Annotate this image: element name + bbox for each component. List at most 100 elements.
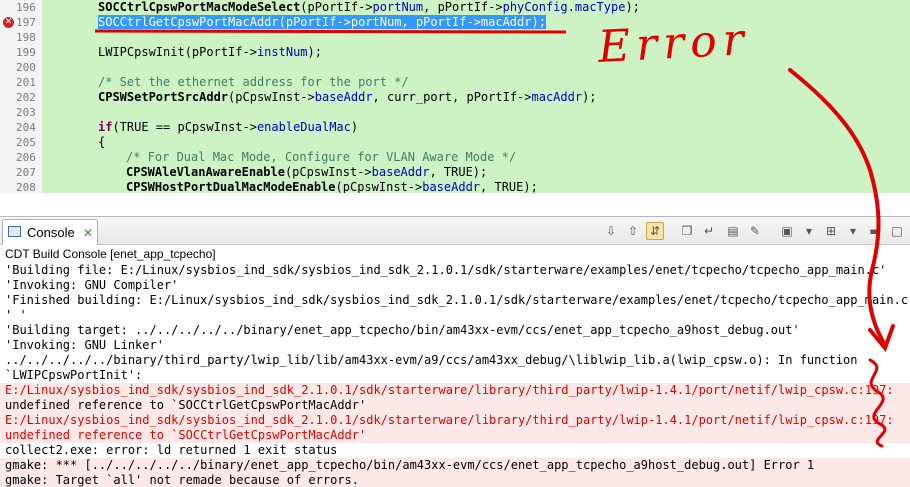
console-line: 'Invoking: GNU Compiler' (5, 278, 179, 292)
code-line[interactable]: 208 CPSWHostPortDualMacModeEnable(pCpswIn… (0, 180, 910, 193)
minimize-icon[interactable]: ▬ (866, 222, 884, 240)
code-token: ); (307, 45, 322, 59)
console-title: CDT Build Console [enet_app_tcpecho] (5, 247, 216, 261)
console-line: `LWIPCpswPortInit': (5, 368, 143, 382)
console-output[interactable]: 'Building file: E:/Linux/sysbios_ind_sdk… (0, 263, 910, 487)
code-line[interactable]: 200 (0, 60, 910, 75)
code-line[interactable]: 203 (0, 105, 910, 120)
code-line[interactable]: 197 ✕ SOCCtrlGetCpswPortMacAddr(pPortIf->p… (0, 15, 910, 30)
new-console-icon[interactable]: ⊞ (822, 222, 840, 240)
code-token: baseAddr (422, 180, 481, 193)
code-line[interactable]: 207 CPSWAleVlanAwareEnable(pCpswInst->bas… (0, 165, 910, 180)
code-token: CPSWSetPortSrcAddr (98, 90, 229, 104)
code-token: , curr_port, pPortIf-> (372, 90, 532, 104)
console-line: ../../../../../binary/third_party/lwip_l… (5, 353, 858, 367)
code-text: CPSWAleVlanAwareEnable(pCpswInst->baseAd… (126, 165, 487, 180)
code-line[interactable]: 204 if(TRUE == pCpswInst->enableDualMac) (0, 120, 910, 135)
code-text: SOCCtrlCpswPortMacModeSelect(pPortIf->po… (98, 0, 640, 15)
console-line: gmake: Target `all' not remade because o… (0, 473, 910, 487)
code-token: macAddr (531, 90, 583, 104)
console-line: 'Invoking: GNU Linker' (5, 338, 164, 352)
code-line[interactable]: 196 SOCCtrlCpswPortMacModeSelect(pPortIf-… (0, 0, 910, 15)
code-token: /* Set the ethernet address for the port… (98, 75, 409, 89)
code-token: ); (625, 0, 640, 14)
code-token: if (98, 120, 113, 134)
error-annotation-text: Error (596, 14, 751, 73)
word-wrap-icon[interactable]: ↵ (700, 222, 718, 240)
maximize-icon[interactable]: □ (888, 222, 906, 240)
close-icon[interactable]: ✕ (83, 221, 93, 245)
code-line[interactable]: 205 { (0, 135, 910, 150)
line-number: 201 (0, 75, 42, 90)
code-token: (pCpswInst-> (335, 180, 423, 193)
code-token: , TRUE); (480, 180, 538, 193)
code-token: baseAddr (314, 90, 373, 104)
code-token: , pPortIf-> (423, 0, 503, 14)
code-token: portNum (372, 0, 424, 14)
dropdown-arrow-icon[interactable]: ▾ (844, 222, 862, 240)
line-number: 202 (0, 90, 42, 105)
error-marker-icon[interactable]: ✕ (3, 17, 14, 28)
console-error-line: E:/Linux/sysbios_ind_sdk/sysbios_ind_sdk… (0, 413, 910, 428)
code-token: { (98, 135, 106, 149)
code-text: CPSWSetPortSrcAddr(pCpswInst->baseAddr, … (98, 90, 597, 105)
code-text: { (98, 135, 105, 150)
code-token: (pCpswInst-> (228, 90, 315, 104)
console-error-line: E:/Linux/sysbios_ind_sdk/sysbios_ind_sdk… (0, 383, 910, 398)
code-line[interactable]: 199 LWIPCpswInit(pPortIf->instNum); (0, 45, 910, 60)
code-token: CPSWAleVlanAwareEnable (126, 165, 285, 179)
code-token: /* For Dual Mac Mode, Configure for VLAN… (126, 150, 517, 164)
code-token: phyConfig (502, 0, 568, 14)
scroll-lock-icon[interactable]: ⇵ (646, 222, 664, 240)
code-token: (TRUE == pCpswInst-> (112, 120, 257, 134)
code-line[interactable]: 198 (0, 30, 910, 45)
code-token: macType (574, 0, 626, 14)
console-line: 'Building target: ../../../../../binary/… (5, 323, 800, 337)
line-number: 198 (0, 30, 42, 45)
arrow-up-icon[interactable]: ⇧ (624, 222, 642, 240)
code-text: if(TRUE == pCpswInst->enableDualMac) (98, 120, 358, 135)
line-number: 205 (0, 135, 42, 150)
line-number: 196 (0, 0, 42, 15)
display-console-icon[interactable]: ▣ (778, 222, 796, 240)
dropdown-arrow-icon[interactable]: ▾ (800, 222, 818, 240)
copy-icon[interactable]: ❐ (678, 222, 696, 240)
line-number: 206 (0, 150, 42, 165)
console-line: undefined reference to `SOCCtrlGetCpswPo… (0, 398, 910, 413)
code-text: LWIPCpswInit(pPortIf->instNum); (98, 45, 322, 60)
code-token: (pCpswInst-> (284, 165, 372, 179)
console-error-line: undefined reference to `SOCCtrlGetCpswPo… (0, 428, 910, 443)
code-line[interactable]: 206 /* For Dual Mac Mode, Configure for V… (0, 150, 910, 165)
console-line: 'Building file: E:/Linux/sysbios_ind_sdk… (5, 263, 887, 277)
code-text: SOCCtrlGetCpswPortMacAddr(pPortIf->portN… (98, 15, 546, 30)
code-token: baseAddr (371, 165, 430, 179)
code-token: (pPortIf-> (300, 0, 373, 14)
code-editor[interactable]: 196 SOCCtrlCpswPortMacModeSelect(pPortIf-… (0, 0, 910, 193)
line-number: 204 (0, 120, 42, 135)
code-token: LWIPCpswInit(pPortIf-> (98, 45, 257, 59)
clear-console-icon[interactable]: ▤ (724, 222, 742, 240)
console-line: collect2.exe: error: ld returned 1 exit … (5, 443, 338, 457)
console-tab[interactable]: Console ✕ (2, 219, 98, 245)
code-token: ); (582, 90, 597, 104)
console-icon (8, 226, 21, 237)
code-text: CPSWHostPortDualMacModeEnable(pCpswInst-… (126, 180, 538, 193)
code-token: , TRUE); (429, 165, 488, 179)
code-token: CPSWHostPortDualMacModeEnable (126, 180, 336, 193)
selected-code: SOCCtrlGetCpswPortMacAddr(pPortIf->portN… (98, 15, 546, 29)
line-number: 200 (0, 60, 42, 75)
console-line: ' ' (5, 308, 27, 322)
code-line[interactable]: 201 /* Set the ethernet address for the p… (0, 75, 910, 90)
console-line: gmake: *** [../../../../../binary/enet_a… (0, 458, 910, 473)
code-token: SOCCtrlCpswPortMacModeSelect (98, 0, 301, 14)
code-text: /* For Dual Mac Mode, Configure for VLAN… (126, 150, 516, 165)
line-number: 199 (0, 45, 42, 60)
code-token: . (567, 0, 575, 14)
code-token: instNum (256, 45, 308, 59)
pin-console-icon[interactable]: ✎ (746, 222, 764, 240)
console-view: Console ✕ ⇩ ⇧ ⇵ ❐ ↵ ▤ ✎ ▣ ▾ ⊞ ▾ ▬ □ CDT Build Consol… (0, 216, 910, 487)
code-token: enableDualMac (256, 120, 351, 134)
arrow-down-icon[interactable]: ⇩ (602, 222, 620, 240)
code-text: /* Set the ethernet address for the port… (98, 75, 409, 90)
code-line[interactable]: 202 CPSWSetPortSrcAddr(pCpswInst->baseAdd… (0, 90, 910, 105)
